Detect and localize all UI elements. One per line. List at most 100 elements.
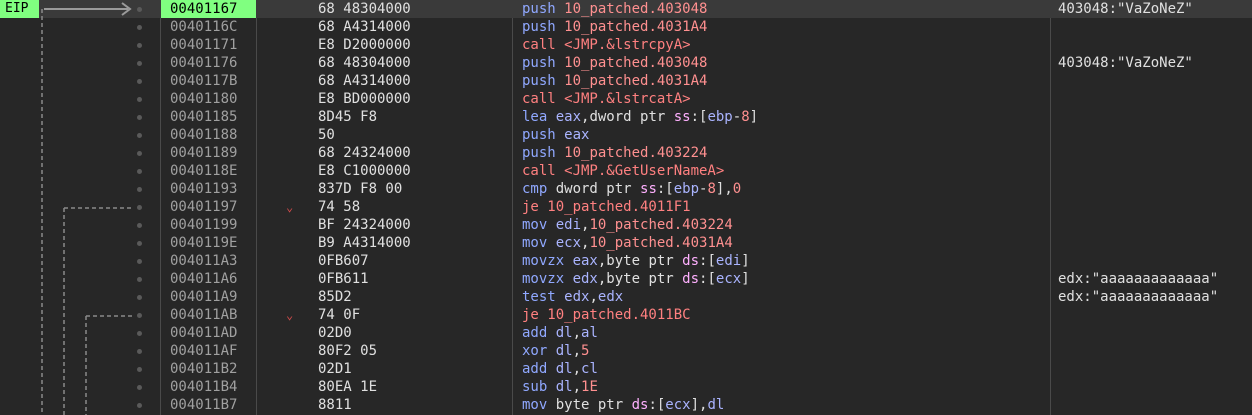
- instruction-token: ecx: [555, 235, 582, 251]
- instruction-token: call <JMP.&lstrcpyA>: [522, 37, 691, 53]
- instruction-token: dl: [555, 361, 573, 377]
- instruction-token: cmp: [522, 181, 556, 197]
- eip-label: EIP: [0, 0, 39, 18]
- opcode-bytes: 80F2 05: [318, 343, 378, 359]
- instruction-row[interactable]: 004011AB ⌄ 74 0F je 10_patched.4011BC: [0, 306, 1252, 324]
- opcode-bytes: 68 A4314000: [318, 19, 411, 35]
- instruction-row[interactable]: 004011B4 80EA 1E sub dl,1E: [0, 378, 1252, 396]
- instruction-row[interactable]: 004011AF 80F2 05 xor dl,5: [0, 342, 1252, 360]
- instruction-row[interactable]: 004011B7 8811 mov byte ptr ds:[ecx],dl: [0, 396, 1252, 414]
- instruction-row[interactable]: 00401193 837D F8 00 cmp dword ptr ss:[ebp-…: [0, 180, 1252, 198]
- instruction-text: mov byte ptr ds:[ecx],dl: [522, 396, 724, 414]
- instruction-text: test edx,edx: [522, 288, 623, 306]
- comment: edx:"aaaaaaaaaaaaa": [1058, 271, 1219, 287]
- instruction-row[interactable]: 0040117B 68 A4314000 push 10_patched.4031A…: [0, 72, 1252, 90]
- instruction-row[interactable]: 00401199 BF 24324000 mov edi,10_patched.40…: [0, 216, 1252, 234]
- address: 004011A6: [170, 271, 238, 287]
- instruction-text: mov edi,10_patched.403224: [522, 216, 733, 234]
- jump-down-icon: ⌄: [286, 200, 294, 214]
- address: 00401167: [161, 0, 256, 18]
- jump-down-icon: ⌄: [286, 308, 294, 322]
- instruction-row[interactable]: 00401197 ⌄ 74 58 je 10_patched.4011F1: [0, 198, 1252, 216]
- address: 004011A9: [170, 289, 238, 305]
- address: 0040116C: [170, 19, 238, 35]
- address: 004011AF: [170, 343, 238, 359]
- instruction-token: lea: [522, 109, 556, 125]
- instruction-text: cmp dword ptr ss:[ebp-8],0: [522, 180, 741, 198]
- opcode-bytes: 02D0: [318, 325, 352, 341]
- instruction-row[interactable]: 00401189 68 24324000 push 10_patched.40322…: [0, 144, 1252, 162]
- instruction-row[interactable]: 004011B2 02D1 add dl,cl: [0, 360, 1252, 378]
- instruction-token: ds: [631, 397, 649, 413]
- instruction-text: push 10_patched.403224: [522, 144, 707, 162]
- address: 004011B7: [170, 397, 238, 413]
- opcode-bytes: 8D45 F8: [318, 109, 378, 125]
- instruction-token: ]: [741, 253, 750, 269]
- address: 00401171: [170, 37, 238, 53]
- instruction-token: 10_patched.4031A4: [564, 19, 708, 35]
- instruction-token: call <JMP.&GetUserNameA>: [522, 163, 725, 179]
- instruction-text: add dl,cl: [522, 360, 598, 378]
- instruction-token: dword ptr: [555, 181, 641, 197]
- instruction-token: movzx: [522, 271, 573, 287]
- instruction-token: push: [522, 55, 565, 71]
- instruction-token: push: [522, 127, 565, 143]
- instruction-token: 10_patched.403224: [589, 217, 733, 233]
- instruction-token: ecx: [715, 271, 742, 287]
- instruction-text: je 10_patched.4011F1: [522, 198, 691, 216]
- instruction-text: sub dl,1E: [522, 378, 598, 396]
- instruction-token: dl: [555, 379, 573, 395]
- instruction-token: ,dword ptr: [581, 109, 674, 125]
- instruction-token: test: [522, 289, 565, 305]
- instruction-row[interactable]: 004011A6 0FB611 movzx edx,byte ptr ds:[ecx…: [0, 270, 1252, 288]
- address: 00401199: [170, 217, 238, 233]
- instruction-row[interactable]: 004011A3 0FB607 movzx eax,byte ptr ds:[edi…: [0, 252, 1252, 270]
- instruction-row[interactable]: 00401185 8D45 F8 lea eax,dword ptr ss:[ebp…: [0, 108, 1252, 126]
- instruction-token: 8: [741, 109, 750, 125]
- instruction-row[interactable]: 00401171 E8 D2000000 call <JMP.&lstrcpyA>: [0, 36, 1252, 54]
- instruction-token: ,byte ptr: [597, 271, 683, 287]
- instruction-text: push 10_patched.403048: [522, 54, 707, 72]
- instruction-token: ,: [572, 343, 582, 359]
- instruction-token: edi: [555, 217, 582, 233]
- opcode-bytes: B9 A4314000: [318, 235, 411, 251]
- instruction-text: push 10_patched.4031A4: [522, 72, 707, 90]
- instruction-token: dl: [555, 343, 573, 359]
- opcode-bytes: 8811: [318, 397, 352, 413]
- instruction-token: ,byte ptr: [597, 253, 683, 269]
- instruction-row[interactable]: 0040119E B9 A4314000 mov ecx,10_patched.40…: [0, 234, 1252, 252]
- instruction-text: call <JMP.&lstrcatA>: [522, 90, 691, 108]
- instruction-token: push: [522, 145, 565, 161]
- opcode-bytes: 74 58: [318, 199, 361, 215]
- instruction-row[interactable]: 00401176 68 48304000 push 10_patched.40304…: [0, 54, 1252, 72]
- instruction-row[interactable]: 004011A9 85D2 test edx,edx edx:"aaaaaaaaaaa…: [0, 288, 1252, 306]
- instruction-row[interactable]: 00401180 E8 BD000000 call <JMP.&lstrcatA>: [0, 90, 1252, 108]
- address: 0040119E: [170, 235, 238, 251]
- instruction-token: ebp: [707, 109, 733, 125]
- instruction-token: add: [522, 325, 556, 341]
- instruction-row[interactable]: 0040116C 68 A4314000 push 10_patched.4031A…: [0, 18, 1252, 36]
- instruction-text: add dl,al: [522, 324, 598, 342]
- instruction-row[interactable]: 00401167 68 48304000 push 10_patched.40304…: [0, 0, 1252, 18]
- instruction-token: :[: [699, 253, 716, 269]
- opcode-bytes: E8 D2000000: [318, 37, 411, 53]
- instruction-row[interactable]: 004011AD 02D0 add dl,al: [0, 324, 1252, 342]
- instruction-token: je 10_patched.4011F1: [522, 199, 691, 215]
- instruction-token: :[: [699, 271, 716, 287]
- instruction-token: 1E: [581, 379, 598, 395]
- opcode-bytes: 0FB611: [318, 271, 369, 287]
- instruction-token: dl: [555, 325, 573, 341]
- instruction-token: 8: [707, 181, 716, 197]
- instruction-token: :[: [690, 109, 708, 125]
- instruction-token: 10_patched.403224: [564, 145, 708, 161]
- instruction-token: ]: [741, 271, 750, 287]
- disassembly-view[interactable]: 00401167 68 48304000 push 10_patched.40304…: [0, 0, 1252, 415]
- instruction-token: mov: [522, 397, 556, 413]
- instruction-token: ds: [682, 253, 700, 269]
- instruction-row[interactable]: 00401188 50 push eax: [0, 126, 1252, 144]
- address: 004011B2: [170, 361, 238, 377]
- instruction-token: 10_patched.4031A4: [589, 235, 733, 251]
- instruction-token: je 10_patched.4011BC: [522, 307, 691, 323]
- instruction-row[interactable]: 0040118E E8 C1000000 call <JMP.&GetUserNam…: [0, 162, 1252, 180]
- instruction-token: al: [581, 325, 598, 341]
